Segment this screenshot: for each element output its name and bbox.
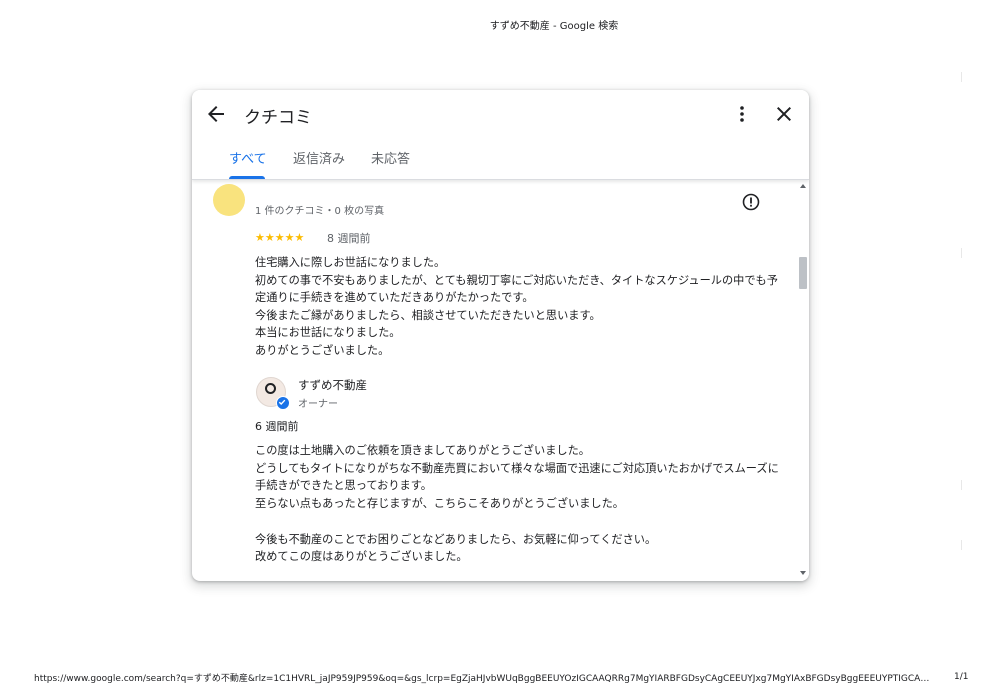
print-page-title: すずめ不動産 - Google 検索	[489, 21, 619, 32]
print-page-number: 1/1	[954, 672, 969, 682]
dialog-title: クチコミ	[244, 108, 312, 128]
dialog-header: クチコミ すべて 返信済み 未応答	[192, 90, 809, 180]
reviewer-avatar[interactable]	[213, 184, 245, 216]
arrow-back-icon[interactable]	[204, 102, 228, 126]
owner-logo	[265, 383, 276, 394]
review-date: 8 週間前	[327, 232, 371, 245]
owner-reply-date: 6 週間前	[255, 420, 299, 433]
page-edge-mark	[961, 540, 962, 550]
report-icon[interactable]	[741, 192, 761, 212]
scrollbar-thumb[interactable]	[799, 257, 807, 289]
scroll-down-arrow-icon[interactable]	[800, 571, 806, 575]
scrollbar[interactable]	[797, 180, 809, 581]
review-text: 住宅購入に際しお世話になりました。 初めての事で不安もありましたが、とても親切丁…	[255, 256, 778, 357]
print-page: すずめ不動産 - Google 検索 クチコミ すべて 返信済み 未応答 1 件…	[0, 0, 1000, 700]
page-edge-mark	[961, 72, 962, 82]
tab-replied[interactable]: 返信済み	[293, 148, 345, 178]
reviews-dialog: クチコミ すべて 返信済み 未応答 1 件のクチコミ・0 枚の写真 ★★★★★ …	[192, 90, 809, 581]
active-tab-indicator	[229, 176, 265, 179]
verified-check-icon	[276, 396, 290, 410]
page-edge-mark	[961, 480, 962, 490]
owner-role: オーナー	[298, 399, 338, 410]
reviews-list[interactable]: 1 件のクチコミ・0 枚の写真 ★★★★★ 8 週間前 住宅購入に際しお世話にな…	[192, 180, 797, 581]
print-page-url: https://www.google.com/search?q=すずめ不動産&r…	[34, 674, 934, 684]
reviewer-stats: 1 件のクチコミ・0 枚の写真	[255, 206, 385, 217]
close-icon[interactable]	[772, 102, 796, 126]
tab-unanswered[interactable]: 未応答	[371, 148, 410, 178]
tab-all[interactable]: すべて	[229, 148, 267, 178]
page-edge-mark	[961, 248, 962, 258]
owner-reply-text: この度は土地購入のご依頼を頂きましてありがとうございました。 どうしてもタイトに…	[255, 444, 779, 564]
owner-name[interactable]: すずめ不動産	[298, 377, 367, 393]
star-rating: ★★★★★	[255, 231, 305, 244]
scroll-up-arrow-icon[interactable]	[800, 184, 806, 188]
more-vert-icon[interactable]	[730, 102, 754, 126]
